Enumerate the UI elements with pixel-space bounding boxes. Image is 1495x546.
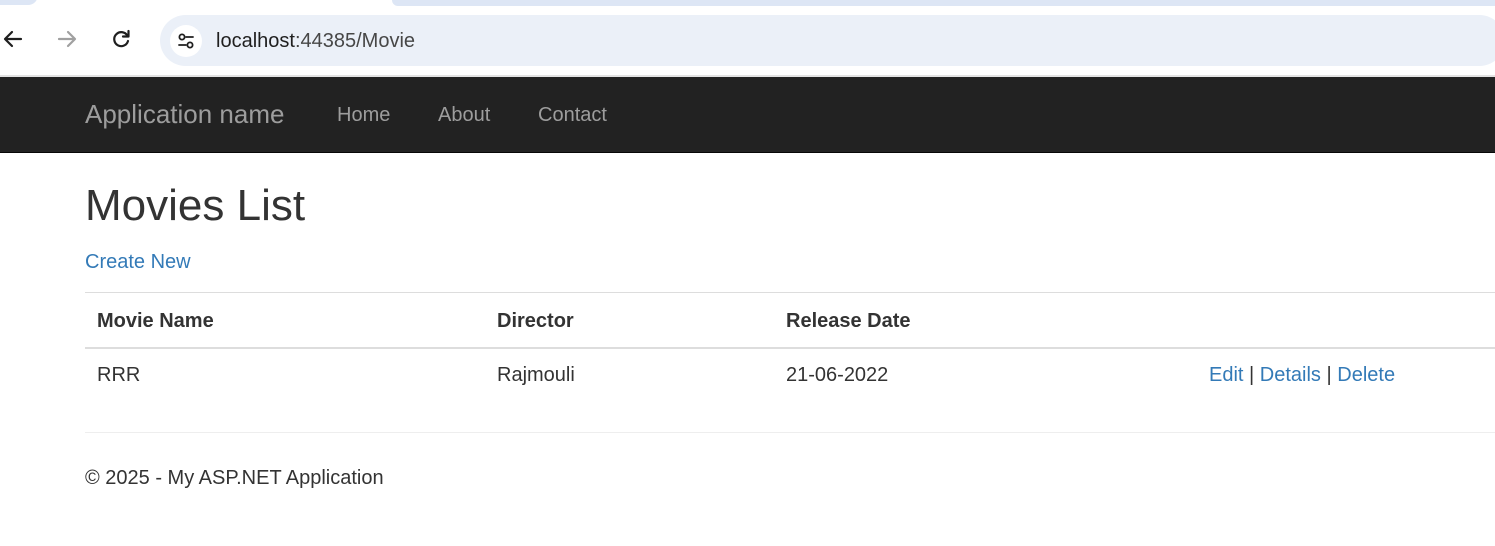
reload-icon	[113, 29, 130, 48]
edit-link[interactable]: Edit	[1209, 364, 1243, 386]
action-separator: |	[1249, 364, 1255, 386]
browser-toolbar: localhost:44385/Movie	[0, 6, 1495, 75]
nav-link-about[interactable]: About	[438, 103, 490, 127]
details-link[interactable]: Details	[1260, 364, 1321, 386]
tune-icon	[178, 33, 194, 49]
table-header-border	[85, 347, 1495, 349]
address-bar[interactable]: localhost:44385/Movie	[160, 15, 1495, 66]
tab-strip-tab[interactable]	[0, 0, 38, 5]
nav-link-contact[interactable]: Contact	[538, 103, 607, 127]
back-button[interactable]	[0, 24, 28, 54]
page-title: Movies List	[85, 181, 306, 230]
footer-divider	[85, 432, 1495, 433]
create-new-link[interactable]: Create New	[85, 250, 191, 274]
delete-link[interactable]: Delete	[1337, 364, 1395, 386]
header-director: Director	[497, 310, 574, 332]
cell-movie-name: RRR	[97, 364, 141, 386]
action-separator: |	[1326, 364, 1332, 386]
reload-button[interactable]	[106, 24, 136, 54]
forward-button[interactable]	[52, 24, 82, 54]
header-release-date: Release Date	[786, 310, 911, 332]
url-text[interactable]: localhost:44385/Movie	[216, 29, 415, 53]
cell-director: Rajmouli	[497, 364, 575, 386]
row-actions: Edit | Details | Delete	[1209, 363, 1395, 387]
url-host: localhost	[216, 30, 295, 52]
nav-link-home[interactable]: Home	[337, 103, 390, 127]
url-path: :44385/Movie	[294, 30, 416, 52]
site-info-button[interactable]	[170, 25, 202, 57]
table-top-border	[85, 292, 1495, 293]
header-movie-name: Movie Name	[97, 310, 214, 332]
arrow-left-icon	[3, 30, 23, 48]
footer-copyright: © 2025 - My ASP.NET Application	[85, 467, 384, 489]
arrow-right-icon	[57, 30, 77, 48]
app-navbar: Application name Home About Contact	[0, 77, 1495, 153]
cell-release-date: 21-06-2022	[786, 364, 889, 386]
brand-link[interactable]: Application name	[85, 99, 284, 129]
